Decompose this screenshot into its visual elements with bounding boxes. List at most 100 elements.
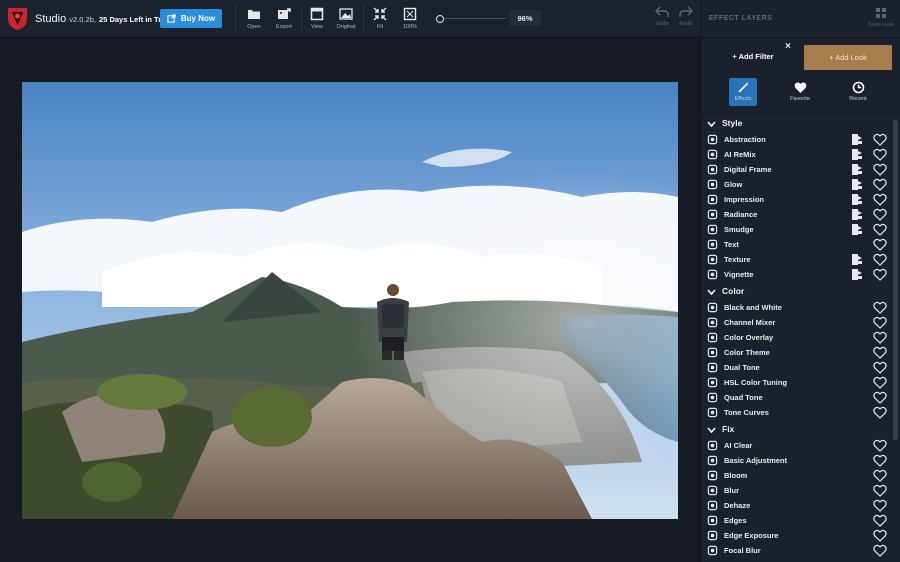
add-filter-button[interactable]: + Add Filter (709, 45, 797, 67)
save-look-button[interactable]: Save Look (868, 7, 894, 28)
favorite-heart-icon[interactable] (873, 376, 887, 389)
glow-icon (707, 179, 718, 190)
favorite-heart-icon[interactable] (873, 316, 887, 329)
effect-item[interactable]: AI Clear (701, 438, 893, 453)
favorite-heart-icon[interactable] (873, 301, 887, 314)
tab-favorite-label: Favorite (790, 96, 810, 102)
photo-canvas[interactable] (22, 82, 678, 519)
fit-button[interactable]: Fit (365, 5, 395, 33)
favorite-heart-icon[interactable] (873, 514, 887, 527)
effects-panel: EFFECT LAYERS Save Look + Add Filter × +… (700, 0, 900, 562)
favorite-heart-icon[interactable] (873, 208, 887, 221)
favorite-heart-icon[interactable] (873, 406, 887, 419)
favorite-heart-icon[interactable] (873, 331, 887, 344)
effect-item[interactable]: Dual Tone (701, 360, 893, 375)
premium-badge-icon (852, 224, 862, 235)
favorite-heart-icon[interactable] (873, 439, 887, 452)
undo-icon (655, 6, 669, 17)
zoom-slider-track[interactable] (440, 18, 506, 19)
redo-icon (679, 6, 693, 17)
effect-item[interactable]: Radiance (701, 207, 893, 222)
effect-item[interactable]: Blur (701, 483, 893, 498)
effect-item[interactable]: Bloom (701, 468, 893, 483)
favorite-heart-icon[interactable] (873, 361, 887, 374)
effect-item[interactable]: Tone Curves (701, 405, 893, 420)
zoom-value[interactable]: 96% (509, 10, 541, 26)
effect-item[interactable]: Text (701, 237, 893, 252)
effect-item[interactable]: Color Theme (701, 345, 893, 360)
favorite-heart-icon[interactable] (873, 529, 887, 542)
effect-list-scrollbar[interactable] (893, 120, 898, 440)
favorite-heart-icon[interactable] (873, 391, 887, 404)
effect-item[interactable]: Quad Tone (701, 390, 893, 405)
favorite-heart-icon[interactable] (873, 193, 887, 206)
favorite-heart-icon[interactable] (873, 544, 887, 557)
panel-header: EFFECT LAYERS Save Look (701, 0, 900, 38)
impression-icon (707, 194, 718, 205)
favorite-heart-icon[interactable] (873, 268, 887, 281)
tab-favorite[interactable]: Favorite (786, 78, 814, 106)
export-label: Export (276, 24, 292, 30)
buy-now-button[interactable]: Buy Now (160, 9, 222, 28)
section-fix[interactable]: Fix (701, 420, 893, 438)
effect-item[interactable]: Smudge (701, 222, 893, 237)
effect-item[interactable]: Texture (701, 252, 893, 267)
favorite-heart-icon[interactable] (873, 148, 887, 161)
effect-item[interactable]: Dehaze (701, 498, 893, 513)
effect-item[interactable]: Channel Mixer (701, 315, 893, 330)
text-icon (707, 239, 718, 250)
effect-item[interactable]: Glow (701, 177, 893, 192)
effect-item[interactable]: Color Overlay (701, 330, 893, 345)
favorite-heart-icon[interactable] (873, 454, 887, 467)
favorite-heart-icon[interactable] (873, 238, 887, 251)
effect-item[interactable]: Basic Adjustment (701, 453, 893, 468)
original-button[interactable]: Original (331, 5, 361, 33)
smudge-icon (707, 224, 718, 235)
favorite-heart-icon[interactable] (873, 346, 887, 359)
add-look-button[interactable]: + Add Look (804, 45, 892, 70)
effect-item[interactable]: Digital Frame (701, 162, 893, 177)
effect-name: Black and White (724, 303, 782, 312)
favorite-heart-icon[interactable] (873, 469, 887, 482)
view-label: View (311, 24, 323, 30)
tab-recent[interactable]: Recent (844, 78, 872, 106)
panel-title: EFFECT LAYERS (709, 15, 773, 22)
undo-button[interactable]: Undo (651, 6, 673, 27)
open-button[interactable]: Open (239, 5, 269, 33)
favorite-heart-icon[interactable] (873, 223, 887, 236)
dualtone-icon (707, 362, 718, 373)
effect-item[interactable]: Edge Exposure (701, 528, 893, 543)
favorite-heart-icon[interactable] (873, 133, 887, 146)
effect-name: Smudge (724, 225, 754, 234)
redo-button[interactable]: Redo (675, 6, 697, 27)
effect-item[interactable]: Impression (701, 192, 893, 207)
zoom-slider-handle[interactable] (436, 15, 444, 23)
effect-item[interactable]: Vignette (701, 267, 893, 282)
section-style[interactable]: Style (701, 114, 893, 132)
effect-name: Color Theme (724, 348, 770, 357)
favorite-heart-icon[interactable] (873, 178, 887, 191)
close-filter-button[interactable]: × (785, 41, 791, 52)
effect-name: Basic Adjustment (724, 456, 788, 465)
tab-effects[interactable]: Effects (729, 78, 757, 106)
effect-item[interactable]: Edges (701, 513, 893, 528)
favorite-heart-icon[interactable] (873, 163, 887, 176)
save-look-label: Save Look (868, 22, 894, 28)
export-button[interactable]: Export (269, 5, 299, 33)
zoom-100-button[interactable]: 100% (395, 5, 425, 33)
effect-item[interactable]: Black and White (701, 300, 893, 315)
open-label: Open (247, 24, 261, 30)
section-color[interactable]: Color (701, 282, 893, 300)
effect-item[interactable]: Focal Blur (701, 543, 893, 558)
filter-tabs: Effects Favorite Recent (701, 74, 900, 114)
bloom-icon (707, 470, 718, 481)
toolbar-divider (363, 5, 364, 33)
favorite-heart-icon[interactable] (873, 253, 887, 266)
favorite-heart-icon[interactable] (873, 484, 887, 497)
effect-item[interactable]: AI ReMix (701, 147, 893, 162)
view-button[interactable]: View (302, 5, 332, 33)
effect-item[interactable]: HSL Color Tuning (701, 375, 893, 390)
effect-item[interactable]: Abstraction (701, 132, 893, 147)
premium-badge-icon (852, 179, 862, 190)
favorite-heart-icon[interactable] (873, 499, 887, 512)
